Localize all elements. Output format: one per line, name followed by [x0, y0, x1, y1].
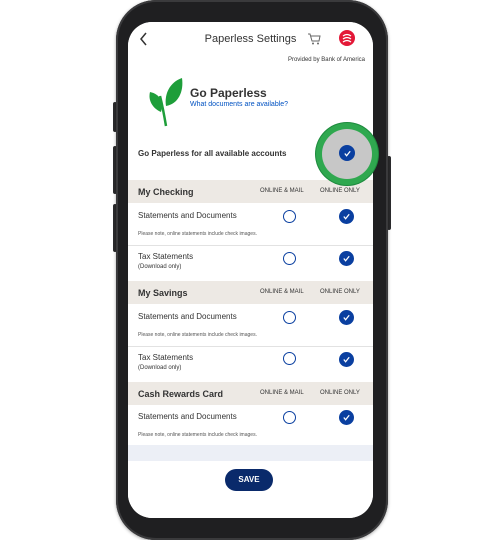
row-note: Please note, online statements include c… — [138, 332, 257, 338]
row-sublabel: (Download only) — [138, 365, 182, 371]
section-header-cash-rewards: Cash Rewards Card ONLINE & MAIL ONLINE O… — [128, 382, 373, 405]
online-mail-radio[interactable] — [283, 311, 296, 324]
column-online-mail: ONLINE & MAIL — [260, 289, 304, 295]
phone-screen: Paperless Settings Provided by Bank of A… — [128, 22, 373, 518]
column-online-only: ONLINE ONLY — [320, 390, 360, 396]
check-icon — [343, 414, 350, 421]
column-online-mail: ONLINE & MAIL — [260, 390, 304, 396]
section-title: Cash Rewards Card — [138, 389, 224, 399]
available-documents-link[interactable]: What documents are available? — [190, 101, 288, 108]
column-online-mail: ONLINE & MAIL — [260, 188, 304, 194]
row-label: Statements and Documents — [138, 211, 237, 220]
check-icon — [343, 314, 350, 321]
row-label: Tax Statements — [138, 353, 194, 362]
row-divider — [128, 245, 373, 246]
top-nav-bar: Paperless Settings — [128, 22, 373, 54]
all-accounts-label: Go Paperless for all available accounts — [138, 149, 287, 158]
online-only-radio-selected[interactable] — [339, 209, 354, 224]
row-label: Tax Statements — [138, 252, 194, 261]
online-mail-radio[interactable] — [283, 411, 296, 424]
row-sublabel: (Download only) — [138, 264, 182, 270]
section-header-checking: My Checking ONLINE & MAIL ONLINE ONLY — [128, 180, 373, 203]
row-note: Please note, online statements include c… — [138, 432, 257, 438]
check-icon — [343, 356, 350, 363]
section-title: My Savings — [138, 288, 188, 298]
provided-by-text: Provided by Bank of America — [287, 57, 365, 63]
online-only-radio-selected[interactable] — [339, 251, 354, 266]
online-only-radio-selected[interactable] — [339, 352, 354, 367]
online-only-radio-selected[interactable] — [339, 410, 354, 425]
row-note: Please note, online statements include c… — [138, 231, 257, 237]
check-icon — [343, 150, 351, 157]
column-online-only: ONLINE ONLY — [320, 188, 360, 194]
row-divider — [128, 346, 373, 347]
section-header-savings: My Savings ONLINE & MAIL ONLINE ONLY — [128, 281, 373, 304]
online-only-radio-selected[interactable] — [339, 310, 354, 325]
bank-of-america-logo-icon[interactable] — [339, 30, 355, 46]
go-paperless-title: Go Paperless — [190, 86, 267, 100]
save-button[interactable]: SAVE — [225, 469, 273, 491]
online-mail-radio[interactable] — [283, 210, 296, 223]
all-accounts-checkbox[interactable] — [339, 145, 355, 161]
cart-icon[interactable] — [307, 32, 321, 46]
check-icon — [343, 255, 350, 262]
row-label: Statements and Documents — [138, 312, 237, 321]
column-online-only: ONLINE ONLY — [320, 289, 360, 295]
leaf-icon — [149, 78, 183, 127]
online-mail-radio[interactable] — [283, 352, 296, 365]
section-title: My Checking — [138, 187, 194, 197]
online-mail-radio[interactable] — [283, 252, 296, 265]
row-label: Statements and Documents — [138, 412, 237, 421]
scroll-fade — [128, 445, 373, 461]
check-icon — [343, 213, 350, 220]
page-title: Paperless Settings — [204, 33, 297, 45]
